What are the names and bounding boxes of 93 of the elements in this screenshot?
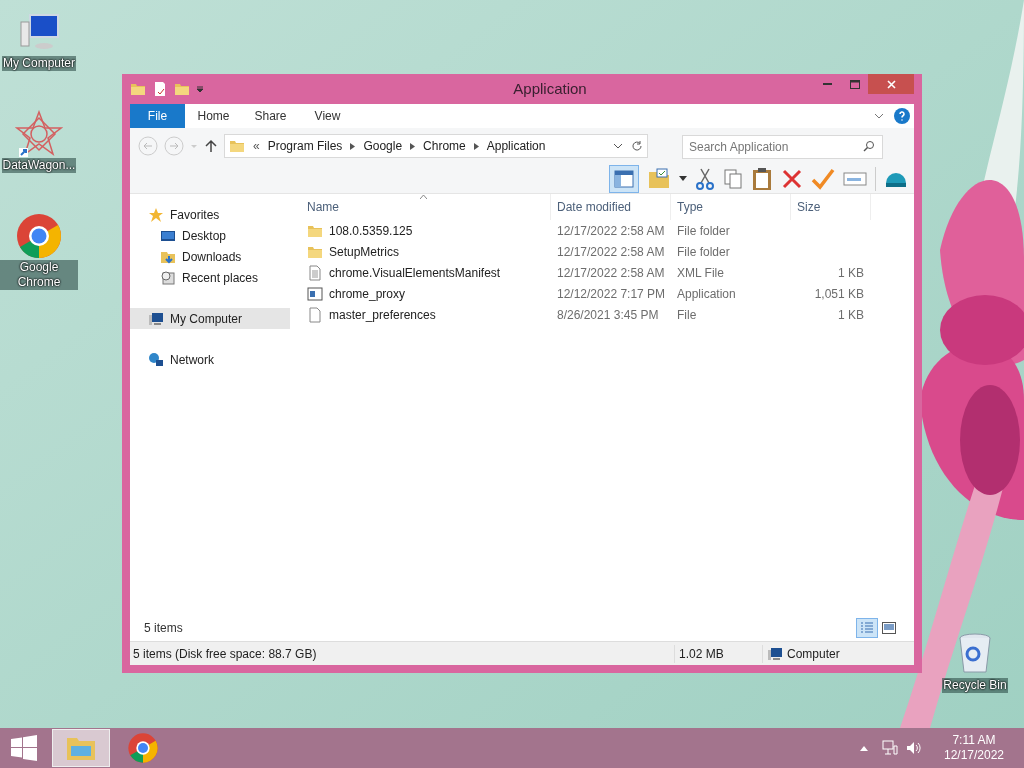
- show-hidden-icon[interactable]: [860, 745, 868, 751]
- chevron-down-icon[interactable]: [874, 111, 884, 121]
- type-cell-text: File folder: [676, 243, 731, 261]
- dropdown-icon[interactable]: [196, 85, 204, 93]
- size-cell-text: 1,051 KB: [813, 285, 864, 303]
- nav-item[interactable]: Recent places: [130, 267, 290, 288]
- application-icon: [307, 285, 323, 302]
- nav-item[interactable]: Network: [130, 349, 290, 370]
- delete-icon[interactable]: [781, 167, 803, 190]
- breadcrumb-arrow-icon[interactable]: [350, 142, 356, 150]
- layout-pane-icon[interactable]: [609, 164, 639, 193]
- column-header[interactable]: Date modified: [551, 194, 671, 220]
- document-icon: [307, 264, 323, 281]
- chrome-icon: [15, 212, 63, 260]
- desktop-icon-label[interactable]: Recycle Bin: [942, 678, 1008, 693]
- desktop-icon-label[interactable]: Google Chrome: [0, 260, 78, 290]
- maximize-icon: [849, 79, 860, 89]
- caret-icon[interactable]: [679, 175, 687, 182]
- type-cell-text: File folder: [676, 222, 731, 240]
- close-button[interactable]: [868, 74, 914, 94]
- column-header[interactable]: Name: [290, 194, 551, 220]
- computer-icon: [148, 310, 164, 327]
- nav-item[interactable]: My Computer: [130, 308, 290, 329]
- file-tab[interactable]: File: [130, 104, 185, 128]
- clipboard-icon[interactable]: [751, 166, 773, 191]
- properties-icon[interactable]: [152, 81, 168, 97]
- date-cell-text: 12/17/2022 2:58 AM: [556, 264, 666, 282]
- folder-icon: [229, 138, 245, 154]
- file-icon: [307, 306, 323, 323]
- chevron-down-icon[interactable]: [613, 141, 623, 151]
- breadcrumb-arrow-icon[interactable]: [473, 142, 479, 150]
- copy-icon[interactable]: [723, 167, 743, 190]
- breadcrumb[interactable]: Google: [363, 137, 403, 155]
- details-icon: [860, 622, 874, 634]
- close-icon: [886, 79, 896, 89]
- ribbon-tab[interactable]: View: [299, 104, 356, 128]
- folder-icon: [174, 81, 190, 97]
- file-name[interactable]: master_preferences: [329, 305, 436, 324]
- date-cell-text: 12/12/2022 7:17 PM: [556, 285, 667, 303]
- desktop-icon-label[interactable]: My Computer: [2, 56, 76, 71]
- size-cell-text: 1 KB: [837, 306, 864, 324]
- date-cell-text: 8/26/2021 3:45 PM: [556, 306, 660, 324]
- rename-icon[interactable]: [843, 169, 867, 188]
- overflow-chevron[interactable]: «: [253, 137, 260, 155]
- nav-item[interactable]: Downloads: [130, 246, 290, 267]
- network-icon: [148, 351, 164, 368]
- ribbon-tab[interactable]: Home: [185, 104, 242, 128]
- recent-icon: [160, 269, 176, 286]
- item-count: 5 items: [144, 620, 184, 637]
- type-cell-text: XML File: [676, 264, 725, 282]
- star-polygon-icon: [15, 110, 63, 158]
- clock[interactable]: 7:11 AM 12/17/2022: [936, 733, 1012, 763]
- file-name[interactable]: 108.0.5359.125: [329, 221, 413, 240]
- computer-icon: [767, 645, 783, 662]
- windows-logo-icon: [11, 735, 37, 761]
- type-cell-text: File: [676, 306, 698, 324]
- file-name[interactable]: chrome_proxy: [329, 284, 406, 303]
- scissors-icon[interactable]: [695, 167, 715, 190]
- status-summary: 5 items (Disk free space: 88.7 GB): [132, 645, 318, 663]
- minimize-icon: [823, 83, 832, 85]
- date-cell-text: 12/17/2022 2:58 AM: [556, 222, 666, 240]
- file-name[interactable]: chrome.VisualElementsManifest: [329, 263, 501, 282]
- status-location: Computer: [787, 645, 840, 663]
- breadcrumb[interactable]: Application: [486, 137, 546, 155]
- up-arrow-icon[interactable]: [204, 139, 218, 153]
- network-icon[interactable]: [882, 740, 898, 756]
- checkmark-icon[interactable]: [811, 167, 835, 190]
- nav-item[interactable]: Favorites: [130, 204, 290, 225]
- date-cell-text: 12/17/2022 2:58 AM: [556, 243, 666, 261]
- column-header[interactable]: Type: [671, 194, 791, 220]
- column-header[interactable]: Size: [791, 194, 871, 220]
- status-size: 1.02 MB: [674, 644, 762, 663]
- size-cell-text: 1 KB: [837, 264, 864, 282]
- star-icon: [148, 206, 164, 223]
- folder-icon: [130, 81, 146, 97]
- window-title: Application: [512, 78, 588, 99]
- nav-item[interactable]: Desktop: [130, 225, 290, 246]
- desktop-icon-label[interactable]: DataWagon...: [1, 158, 77, 173]
- tiles-icon: [882, 622, 896, 634]
- refresh-icon[interactable]: [631, 140, 643, 152]
- help-icon[interactable]: [894, 108, 910, 124]
- search-icon[interactable]: [863, 140, 875, 152]
- speaker-icon[interactable]: [906, 740, 922, 756]
- search-field[interactable]: Search Application: [682, 135, 883, 159]
- breadcrumb[interactable]: Chrome: [423, 137, 466, 155]
- folder-check-icon[interactable]: [647, 167, 671, 190]
- breadcrumb[interactable]: Program Files: [267, 137, 343, 155]
- breadcrumb-arrow-icon[interactable]: [410, 142, 416, 150]
- chrome-icon: [127, 732, 159, 764]
- ribbon-tab[interactable]: Share: [242, 104, 299, 128]
- address-bar[interactable]: « Program Files Google Chrome Application: [224, 134, 648, 158]
- file-name[interactable]: SetupMetrics: [329, 242, 400, 261]
- type-cell-text: Application: [676, 285, 737, 303]
